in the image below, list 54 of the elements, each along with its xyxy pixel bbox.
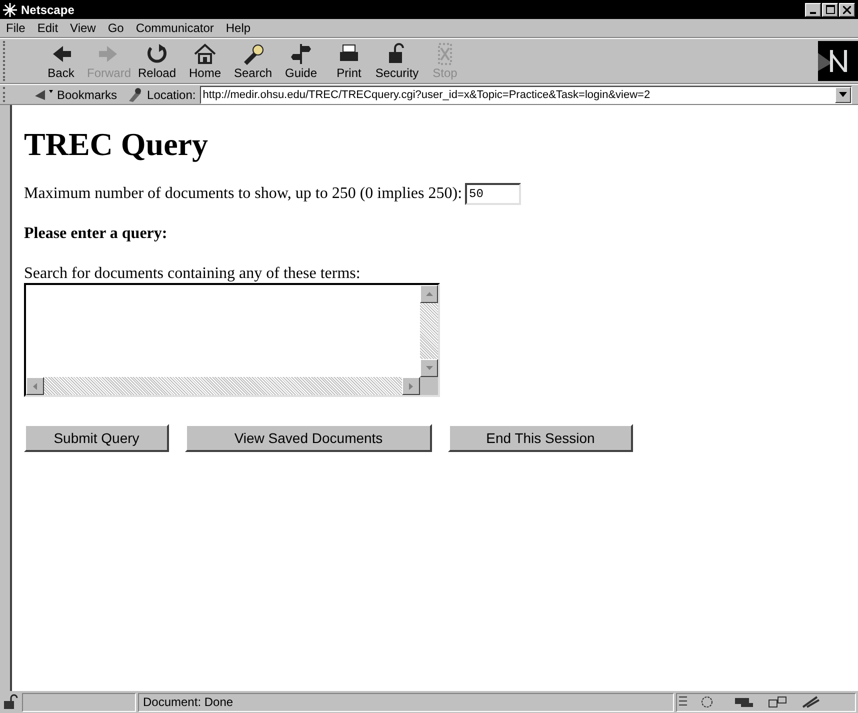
bookmark-icon [33, 88, 55, 102]
toolbar-button[interactable]: Guide [277, 42, 325, 80]
toolbar-button[interactable]: Print [325, 42, 373, 80]
minimize-button[interactable] [805, 2, 821, 16]
page-proxy-icon[interactable] [127, 86, 144, 102]
down-triangle-icon [426, 366, 432, 370]
close-button[interactable] [839, 2, 855, 16]
search-terms-field[interactable] [24, 283, 440, 397]
scroll-left-button[interactable] [26, 377, 44, 395]
location-field[interactable]: http://medir.ohsu.edu/TREC/TRECquery.cgi?user_id=x&Topic=Practice&Task=login&view=2 [200, 86, 852, 104]
horizontal-scrollbar[interactable] [26, 377, 420, 395]
right-triangle-icon [409, 382, 413, 390]
toolbar-button[interactable]: Back [37, 42, 85, 80]
minimize-icon [810, 12, 816, 14]
reload-icon [145, 42, 169, 66]
scroll-up-button[interactable] [420, 285, 438, 303]
maximize-icon [826, 5, 834, 14]
scroll-right-button[interactable] [402, 377, 420, 395]
location-label: Location: [147, 88, 196, 102]
page-heading: TREC Query [24, 126, 209, 163]
bookmarks-button[interactable]: Bookmarks [17, 88, 124, 102]
padlock-icon [2, 694, 20, 710]
menu-item[interactable]: File [6, 21, 26, 35]
search-terms-label: Search for documents containing any of these terms: [24, 265, 362, 283]
house-icon [193, 42, 217, 66]
up-triangle-icon [426, 292, 432, 296]
dropdown-button[interactable] [835, 86, 851, 102]
maximize-button[interactable] [822, 2, 838, 16]
toolbar-button[interactable]: Search [229, 42, 277, 80]
toolbar-button[interactable]: Security [373, 42, 421, 80]
star-icon [3, 2, 17, 16]
logo-icon [818, 41, 858, 81]
window-title: Netscape [21, 2, 74, 16]
scrollbar-corner [420, 377, 438, 395]
form-button[interactable]: Submit Query [24, 424, 169, 452]
menu-item[interactable]: Communicator [136, 21, 214, 35]
status-text: Document: Done [143, 695, 234, 709]
menu-item[interactable]: Go [108, 21, 124, 35]
max-documents-field[interactable]: 50 [465, 183, 522, 205]
form-button[interactable]: End This Session [448, 424, 633, 452]
form-button[interactable]: View Saved Documents [185, 424, 432, 452]
menu-item[interactable]: Edit [37, 21, 58, 35]
left-triangle-icon [33, 382, 37, 390]
vertical-scrollbar[interactable] [420, 285, 438, 377]
query-heading: Please enter a query: [24, 225, 168, 243]
menu-item[interactable]: Help [226, 21, 251, 35]
toolbar-button[interactable]: Home [181, 42, 229, 80]
menu-item[interactable]: View [70, 21, 96, 35]
close-icon [843, 6, 851, 14]
scroll-down-button[interactable] [420, 359, 438, 377]
caret-icon [839, 92, 847, 97]
toolbar-button[interactable]: Reload [133, 42, 181, 80]
max-documents-label: Maximum number of documents to show, up to 250 (0 implies 250): [24, 185, 462, 203]
signpost-icon [289, 42, 313, 66]
